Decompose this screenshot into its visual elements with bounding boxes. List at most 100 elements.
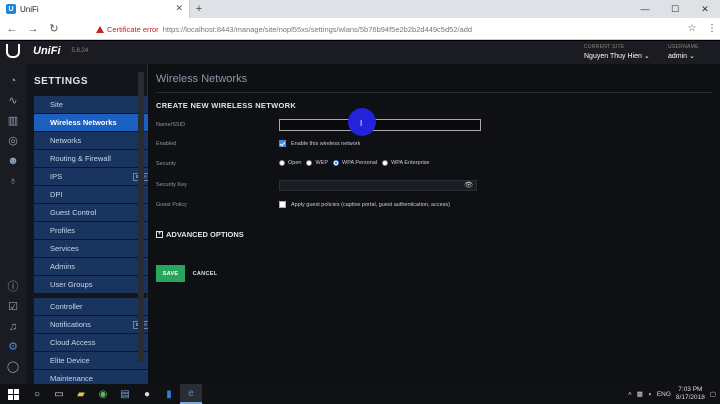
devices-icon[interactable]: ◎ (6, 134, 20, 148)
alerts-icon[interactable]: ♫ (6, 320, 20, 334)
omnibox[interactable]: Certificate error https://localhost:8443… (96, 21, 622, 37)
network-icon[interactable]: ▦ (637, 390, 643, 398)
username-value: admin (668, 53, 688, 60)
forward-button[interactable]: → (24, 20, 42, 38)
guest-policy-checkbox-row[interactable]: Apply guest policies (captive portal, gu… (279, 201, 450, 208)
brand-name: UniFi (33, 45, 61, 57)
new-tab-button[interactable]: + (192, 2, 206, 16)
back-button[interactable]: ← (3, 20, 21, 38)
cancel-button[interactable]: CANCEL (188, 265, 222, 282)
guest-policy-label: Guest Policy (156, 202, 187, 208)
app-icon[interactable]: ● (136, 384, 158, 404)
name-ssid-label: Name/SSID (156, 122, 186, 128)
tasks-icon[interactable]: ☑ (6, 300, 20, 314)
notifications-icon[interactable]: ▢ (710, 390, 716, 398)
main-content: Wireless Networks CREATE NEW WIRELESS NE… (148, 64, 720, 384)
close-tab-icon[interactable]: ✕ (175, 3, 183, 14)
sidebar-item-label: IPS (50, 172, 63, 181)
security-option-label: WPA Enterprise (391, 160, 430, 166)
clock[interactable]: 7:03 PM 8/17/2018 (676, 386, 705, 402)
security-label: Security (156, 161, 176, 167)
security-option-label: WEP (315, 160, 328, 166)
settings-icon[interactable]: ⚙ (6, 340, 20, 354)
radio-icon (306, 160, 313, 166)
search-icon[interactable]: ○ (26, 384, 48, 404)
clients-icon[interactable]: ☻ (6, 154, 20, 168)
current-site-value: Nguyen Thuy Hien (584, 53, 642, 60)
app-icon[interactable]: ◉ (92, 384, 114, 404)
username-label: USERNAME (668, 44, 699, 50)
chat-icon[interactable]: ◯ (6, 360, 20, 374)
show-password-eye-icon[interactable]: 👁 (464, 182, 473, 190)
reload-button[interactable]: ↻ (45, 20, 63, 38)
text-cursor-icon: I (360, 119, 363, 128)
page-title: Wireless Networks (156, 73, 248, 85)
warning-icon (96, 25, 104, 33)
sidebar-item-label: Profiles (50, 226, 76, 235)
task-view-icon[interactable]: ▭ (48, 384, 70, 404)
sidebar-scrollbar[interactable] (138, 72, 144, 362)
brand[interactable]: UniFi 5.8.24 (6, 44, 88, 58)
guest-policy-text: Apply guest policies (captive portal, gu… (291, 201, 450, 208)
security-radio-wpa-personal[interactable]: WPA Personal (333, 160, 377, 166)
app-icon[interactable]: ▮ (158, 384, 180, 404)
ssid-input[interactable] (279, 119, 481, 131)
divider (156, 92, 712, 93)
browser-tab[interactable]: U UniFi ✕ (0, 0, 190, 18)
enabled-checkbox[interactable] (279, 140, 286, 147)
browser-menu-icon[interactable]: ⋮ (704, 21, 720, 37)
map-icon[interactable]: ▥ (6, 114, 20, 128)
sidebar-item-label: Notifications (50, 320, 91, 329)
sidebar-item-label: DPI (50, 190, 63, 199)
window-close-icon[interactable]: ✕ (690, 0, 720, 18)
internet-explorer-icon[interactable]: e (180, 384, 202, 404)
enabled-checkbox-text: Enable this wireless network (291, 140, 361, 147)
volume-icon[interactable]: ◖ (648, 391, 652, 398)
security-key-input[interactable]: 👁 (279, 180, 477, 191)
browser-tabstrip: U UniFi ✕ + — ☐ ✕ (0, 0, 720, 18)
bookmark-star-icon[interactable]: ☆ (684, 21, 700, 37)
sidebar-item-label: Cloud Access (50, 338, 96, 347)
statistics-icon[interactable]: ∿ (6, 94, 20, 108)
unifi-favicon-icon: U (6, 4, 16, 14)
expand-plus-icon: + (156, 231, 163, 238)
language-indicator[interactable]: ENG (657, 391, 671, 398)
current-site-selector[interactable]: CURRENT SITE Nguyen Thuy Hien ⌄ (584, 44, 650, 60)
security-radio-open[interactable]: Open (279, 160, 301, 166)
security-radio-wep[interactable]: WEP (306, 160, 328, 166)
app-icon[interactable]: ▤ (114, 384, 136, 404)
certificate-error-text: Certificate error (107, 24, 159, 34)
chevron-down-icon: ⌄ (689, 53, 695, 60)
clock-time: 7:03 PM (678, 386, 703, 393)
enabled-checkbox-row[interactable]: Enable this wireless network (279, 140, 360, 147)
minimize-icon[interactable]: — (630, 0, 660, 18)
settings-title: SETTINGS (34, 76, 89, 87)
sidebar-item-label: Wireless Networks (50, 118, 117, 127)
clock-date: 8/17/2018 (675, 394, 705, 401)
advanced-options-toggle[interactable]: + ADVANCED OPTIONS (156, 230, 244, 239)
security-option-label: WPA Personal (342, 160, 378, 166)
radio-selected-icon (333, 160, 339, 166)
section-title: CREATE NEW WIRELESS NETWORK (156, 101, 297, 110)
user-menu[interactable]: USERNAME admin ⌄ (668, 44, 699, 60)
version-text: 5.8.24 (71, 48, 89, 54)
save-button[interactable]: SAVE (156, 265, 185, 282)
info-icon[interactable]: ⓘ (6, 280, 20, 294)
maximize-icon[interactable]: ☐ (660, 0, 690, 18)
sidebar-item-label: Networks (50, 136, 82, 145)
file-explorer-icon[interactable]: ▰ (70, 384, 92, 404)
chevron-up-icon[interactable]: ˄ (628, 391, 632, 398)
security-radio-group: Open WEP WPA Personal WPA Enterprise (279, 160, 434, 166)
current-site-label: CURRENT SITE (584, 44, 625, 50)
unifi-header: UniFi 5.8.24 CURRENT SITE Nguyen Thuy Hi… (0, 41, 720, 64)
start-button[interactable] (0, 384, 26, 404)
sidebar-item-label: Admins (50, 262, 76, 271)
insights-icon[interactable]: ♁ (6, 174, 20, 188)
nav-rail: ◔ ∿ ▥ ◎ ☻ ♁ ⓘ ☑ ♫ ⚙ ◯ (0, 64, 26, 384)
dashboard-icon[interactable]: ◔ (6, 74, 20, 88)
guest-policy-checkbox[interactable] (279, 201, 286, 208)
security-radio-wpa-enterprise[interactable]: WPA Enterprise (382, 160, 429, 166)
certificate-error-badge[interactable]: Certificate error (96, 25, 159, 34)
address-bar-row: ← → ↻ Certificate error https://localhos… (0, 18, 720, 40)
sidebar-item-label: Elite Device (50, 356, 90, 365)
